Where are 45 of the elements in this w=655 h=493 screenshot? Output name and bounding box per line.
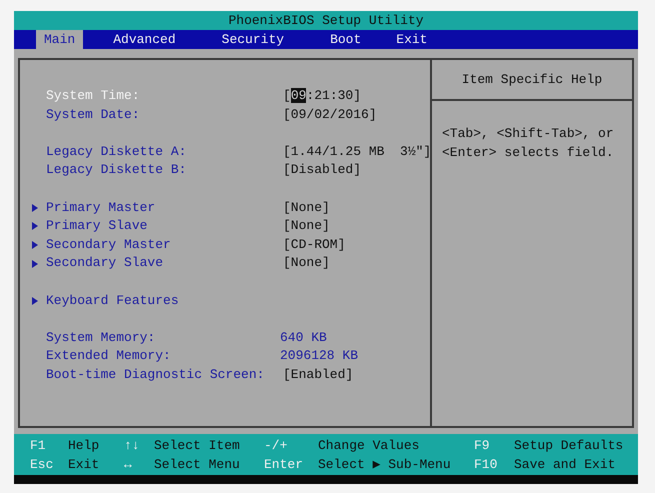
shortcut-action: Exit [68, 456, 100, 474]
shortcut-key: ↑↓ [124, 437, 154, 456]
setting-value: 2096128 KB [280, 347, 358, 366]
setting-label[interactable]: Secondary Slave [46, 254, 283, 273]
shortcut-key: ↔ [124, 456, 154, 474]
setting-value[interactable]: [Enabled] [283, 366, 354, 384]
setting-value[interactable]: [09/02/2016] [283, 106, 377, 124]
setting-value[interactable]: [09:21:30] [283, 87, 362, 106]
menu-tab[interactable]: Advanced [105, 30, 184, 49]
setting-value[interactable]: [Disabled] [283, 161, 362, 180]
menu-tab[interactable]: Boot [322, 30, 370, 49]
menu-tab[interactable]: Main [36, 30, 84, 49]
menu-tab[interactable]: Security [214, 30, 292, 49]
shortcut-action: Setup Defaults [514, 437, 624, 455]
menu-tab[interactable]: Exit [388, 30, 436, 49]
setting-value[interactable]: [None] [283, 254, 330, 273]
shortcut-action: Select ▶ Sub-Menu [318, 456, 452, 474]
setting-value[interactable]: [None] [283, 198, 330, 218]
shortcut-key: Enter [264, 456, 318, 474]
shortcut-action: Change Values [318, 437, 420, 455]
shortcut-key: -/+ [264, 437, 318, 456]
setting-label[interactable]: System Date: [46, 106, 283, 124]
setting-label[interactable]: Legacy Diskette A: [46, 142, 283, 162]
shortcut-action: Help [68, 437, 100, 455]
window-title: PhoenixBIOS Setup Utility [228, 13, 424, 28]
setting-label[interactable]: Keyboard Features [46, 292, 283, 310]
setting-label[interactable]: Boot-time Diagnostic Screen: [46, 366, 283, 384]
shortcut-action: Select Menu [154, 456, 241, 474]
shortcut-key: F9 [474, 437, 514, 456]
setting-label[interactable]: Primary Slave [46, 217, 283, 236]
setting-value[interactable]: [None] [283, 217, 330, 236]
setting-value[interactable]: [1.44/1.25 MB 3½"] [283, 142, 432, 162]
setting-label[interactable]: Primary Master [46, 198, 283, 218]
setting-label[interactable]: Secondary Master [46, 236, 283, 254]
shortcut-key: Esc [30, 456, 68, 474]
shortcut-key: F1 [30, 437, 68, 456]
shortcut-action: Select Item [154, 437, 241, 455]
shortcut-key: F10 [474, 456, 514, 474]
shortcut-action: Save and Exit [514, 456, 616, 474]
help-text: <Enter> selects field. [442, 144, 615, 162]
setting-value[interactable]: [CD-ROM] [283, 236, 346, 254]
help-title: Item Specific Help [462, 72, 602, 87]
setting-value: 640 KB [280, 328, 327, 347]
setting-label[interactable]: Legacy Diskette B: [46, 161, 283, 180]
help-text: <Tab>, <Shift-Tab>, or [442, 125, 615, 143]
